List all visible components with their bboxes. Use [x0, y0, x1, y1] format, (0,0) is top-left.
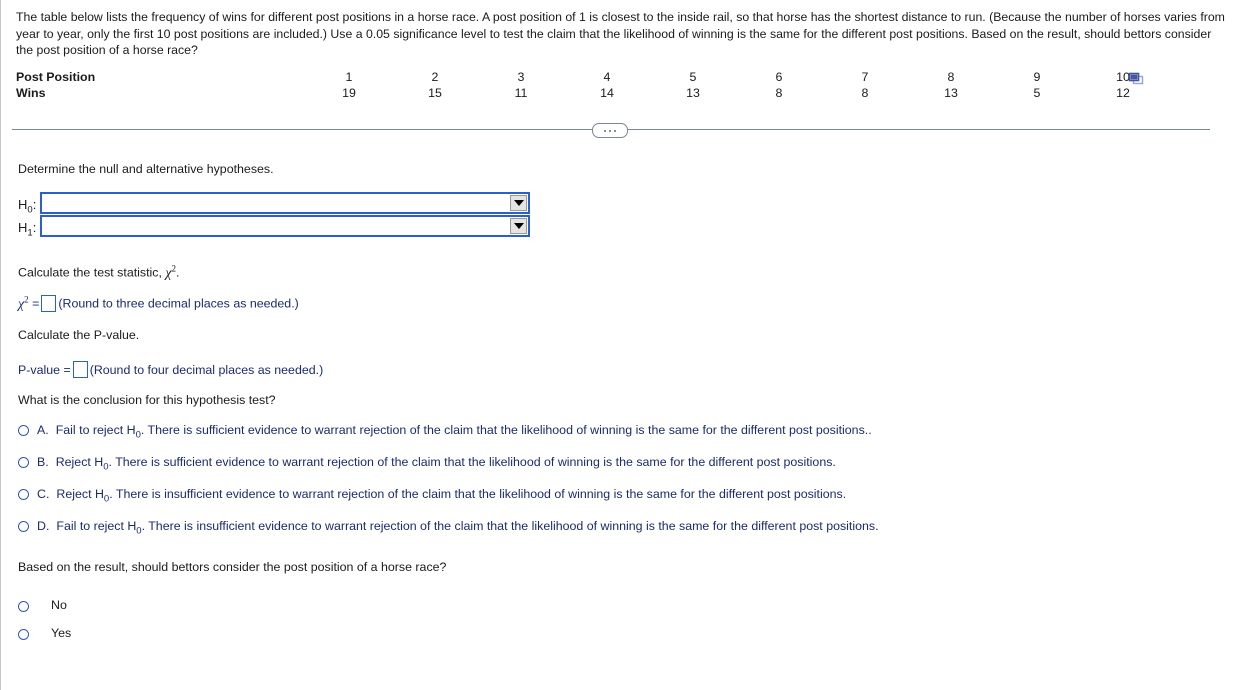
final-option-no-label: No [51, 598, 67, 612]
final-option-no[interactable]: No [18, 598, 67, 612]
post-position-5: 5 [689, 70, 697, 84]
final-question-prompt: Based on the result, should bettors cons… [18, 560, 447, 574]
post-position-10: 10 [1116, 70, 1130, 84]
test-statistic-prompt-prefix: Calculate the test statistic, [18, 265, 166, 280]
alt-hypothesis-letter: H [18, 220, 28, 235]
three-dots-handle[interactable] [592, 123, 628, 138]
option-letter-d: D. [37, 519, 50, 533]
p-value-prompt: Calculate the P-value. [18, 328, 140, 342]
radio-button-b[interactable] [18, 457, 29, 468]
null-hypothesis-colon: : [32, 197, 37, 212]
wins-6: 8 [775, 86, 783, 100]
radio-button-a[interactable] [18, 425, 29, 436]
option-letter-b: B. [37, 455, 49, 469]
post-position-3: 3 [517, 70, 525, 84]
p-value-answer-line: P-value = (Round to four decimal places a… [18, 361, 323, 378]
test-statistic-hint: (Round to three decimal places as needed… [58, 296, 299, 311]
alt-hypothesis-dropdown[interactable] [40, 215, 530, 237]
wins-4: 14 [600, 86, 614, 100]
popout-window-icon[interactable] [1128, 72, 1146, 88]
wins-10: 12 [1116, 86, 1130, 100]
chevron-down-icon[interactable] [510, 218, 527, 234]
post-position-1: 1 [345, 70, 353, 84]
conclusion-option-d[interactable]: D. Fail to reject H0. There is insuffici… [18, 519, 879, 536]
radio-button-yes[interactable] [18, 628, 29, 640]
option-text-d: Fail to reject H0. There is insufficient… [56, 519, 879, 537]
conclusion-option-a[interactable]: A. Fail to reject H0. There is sufficien… [18, 423, 872, 440]
wins-5: 13 [686, 86, 700, 100]
null-hypothesis-dropdown[interactable] [40, 192, 530, 214]
wins-2: 15 [428, 86, 442, 100]
post-position-7: 7 [861, 70, 869, 84]
final-option-yes-label: Yes [51, 626, 72, 640]
handle-dot [604, 129, 606, 132]
post-position-9: 9 [1033, 70, 1041, 84]
option-text-b: Reject H0. There is sufficient evidence … [55, 455, 836, 473]
test-statistic-input[interactable] [41, 294, 57, 312]
p-value-label: P-value = [18, 363, 71, 377]
null-hypothesis-letter: H [18, 197, 28, 212]
handle-dot [609, 129, 611, 132]
post-position-wins-table: Post Position 1 2 3 4 5 6 7 8 9 10 Wins … [16, 69, 1166, 101]
test-statistic-answer-line: χ2 = (Round to three decimal places as ne… [18, 294, 299, 313]
table-row-wins: Wins 19 15 11 14 13 8 8 13 5 12 [16, 85, 1166, 101]
conclusion-prompt: What is the conclusion for this hypothes… [18, 393, 276, 407]
post-position-8: 8 [947, 70, 955, 84]
table-row-post-position: Post Position 1 2 3 4 5 6 7 8 9 10 [16, 69, 1166, 85]
radio-button-no[interactable] [18, 600, 29, 612]
final-option-yes[interactable]: Yes [18, 626, 71, 640]
option-letter-c: C. [37, 487, 50, 501]
handle-dot [614, 129, 616, 132]
chi-symbol: χ2 [18, 294, 29, 312]
problem-statement: The table below lists the frequency of w… [16, 10, 1225, 58]
test-statistic-prompt: Calculate the test statistic, χ2. [18, 260, 180, 282]
post-position-2: 2 [431, 70, 439, 84]
frequency-table: Post Position 1 2 3 4 5 6 7 8 9 10 Wins … [16, 69, 1176, 101]
wins-7: 8 [861, 86, 869, 100]
equals-sign: = [32, 296, 40, 311]
conclusion-option-b[interactable]: B. Reject H0. There is sufficient eviden… [18, 455, 836, 472]
wins-8: 13 [944, 86, 958, 100]
radio-button-c[interactable] [18, 489, 29, 500]
null-hypothesis-label: H0: [18, 197, 36, 216]
post-position-6: 6 [775, 70, 783, 84]
wins-1: 19 [342, 86, 356, 100]
wins-3: 11 [514, 86, 528, 100]
hypotheses-prompt: Determine the null and alternative hypot… [18, 162, 274, 176]
post-position-4: 4 [603, 70, 611, 84]
page-left-border [0, 0, 1, 690]
test-statistic-prompt-suffix: . [176, 265, 180, 280]
option-text-c: Reject H0. There is insufficient evidenc… [56, 487, 847, 505]
option-letter-a: A. [37, 423, 49, 437]
row-header-post-position: Post Position [16, 70, 96, 84]
radio-button-d[interactable] [18, 521, 29, 532]
wins-9: 5 [1033, 86, 1041, 100]
option-text-a: Fail to reject H0. There is sufficient e… [55, 423, 872, 441]
row-header-wins: Wins [16, 86, 46, 100]
p-value-input[interactable] [72, 361, 88, 378]
alt-hypothesis-label: H1: [18, 220, 36, 239]
p-value-hint: (Round to four decimal places as needed.… [89, 363, 324, 377]
chevron-down-icon[interactable] [510, 195, 527, 211]
alt-hypothesis-colon: : [32, 220, 37, 235]
chi-symbol: χ2 [165, 263, 177, 281]
conclusion-option-c[interactable]: C. Reject H0. There is insufficient evid… [18, 487, 846, 504]
